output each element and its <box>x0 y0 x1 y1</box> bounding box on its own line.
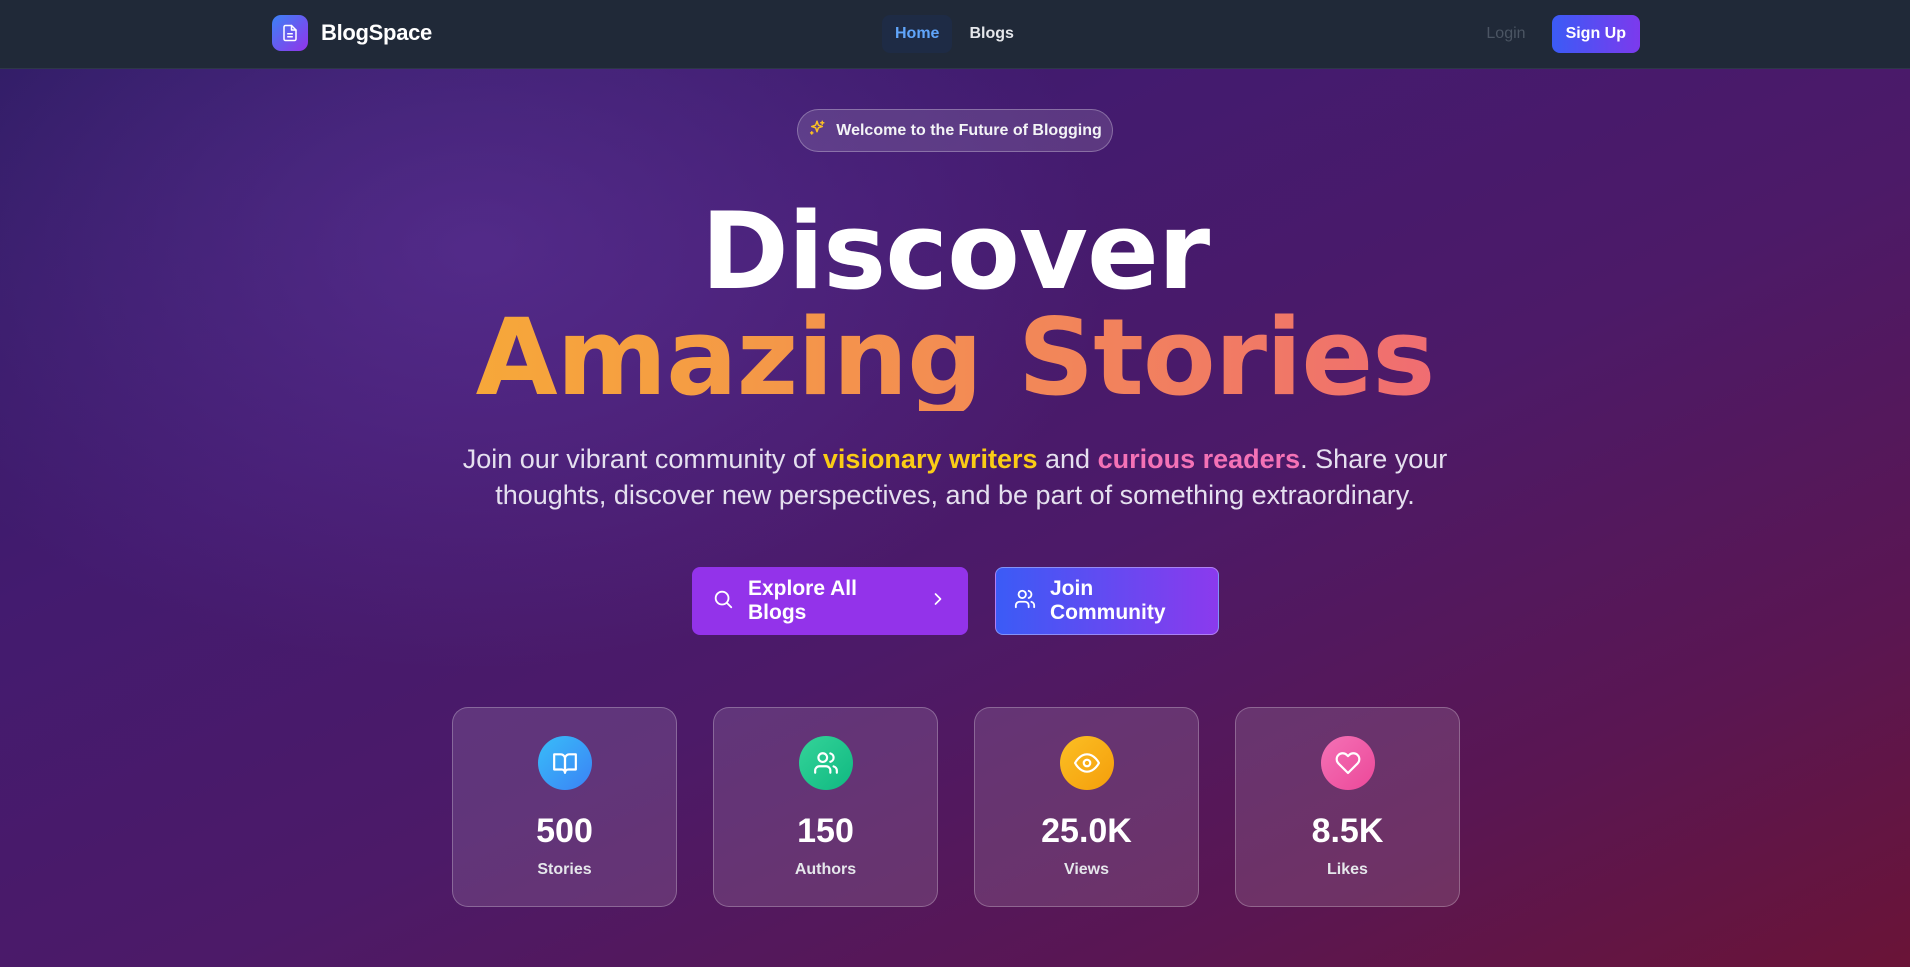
stat-label: Likes <box>1327 861 1368 878</box>
cta-buttons: Explore All Blogs Join Community <box>692 567 1219 635</box>
subtitle-highlight-writers: visionary writers <box>822 444 1038 474</box>
stat-label: Authors <box>794 861 857 878</box>
welcome-badge: Welcome to the Future of Blogging <box>797 109 1113 152</box>
explore-blogs-label: Explore All Blogs <box>748 577 857 624</box>
eye-icon <box>1059 736 1114 790</box>
welcome-badge-text: Welcome to the Future of Blogging <box>836 121 1102 139</box>
stat-card-authors: 150 Authors <box>713 707 938 907</box>
subtitle-highlight-readers: curious readers <box>1097 444 1301 474</box>
auth-actions: Login Sign Up <box>1486 14 1640 54</box>
stat-value: 25.0K <box>1041 812 1132 850</box>
join-community-label: Join Community <box>1050 577 1166 624</box>
nav-link-home[interactable]: Home <box>882 15 953 53</box>
stat-label: Views <box>1063 861 1110 878</box>
subtitle-text: Join our vibrant community of <box>462 444 823 474</box>
document-icon <box>272 15 308 51</box>
users-icon <box>1014 588 1036 615</box>
signup-button[interactable]: Sign Up <box>1551 15 1640 53</box>
stat-card-views: 25.0K Views <box>974 707 1199 907</box>
stat-label: Stories <box>537 861 592 878</box>
nav-link-blogs[interactable]: Blogs <box>956 15 1026 53</box>
hero-subtitle: Join our vibrant community of visionary … <box>455 441 1455 513</box>
headline-line-2: Amazing Stories <box>0 305 1910 411</box>
search-icon <box>712 588 734 615</box>
headline-line-1: Discover <box>700 190 1210 313</box>
brand[interactable]: BlogSpace <box>272 15 432 51</box>
hero-section: Welcome to the Future of Blogging Discov… <box>0 69 1910 967</box>
navbar: BlogSpace Home Blogs Login Sign Up <box>0 0 1910 69</box>
explore-blogs-button[interactable]: Explore All Blogs <box>692 567 968 635</box>
chevron-right-icon <box>928 589 948 614</box>
stat-card-likes: 8.5K Likes <box>1235 707 1460 907</box>
stat-value: 500 <box>536 812 593 850</box>
stat-card-stories: 500 Stories <box>452 707 677 907</box>
users-icon <box>798 736 853 790</box>
stat-value: 8.5K <box>1311 812 1384 850</box>
heart-icon <box>1320 736 1375 790</box>
login-link[interactable]: Login <box>1486 25 1525 43</box>
subtitle-text: and <box>1037 444 1098 474</box>
book-open-icon <box>537 736 592 790</box>
sparkles-icon <box>808 119 826 142</box>
brand-name: BlogSpace <box>321 20 432 45</box>
stat-value: 150 <box>797 812 854 850</box>
stats-row: 500 Stories 150 Authors 25.0K Views 8.5K… <box>452 707 1460 907</box>
nav-links: Home Blogs <box>882 14 1027 54</box>
join-community-button[interactable]: Join Community <box>995 567 1219 635</box>
